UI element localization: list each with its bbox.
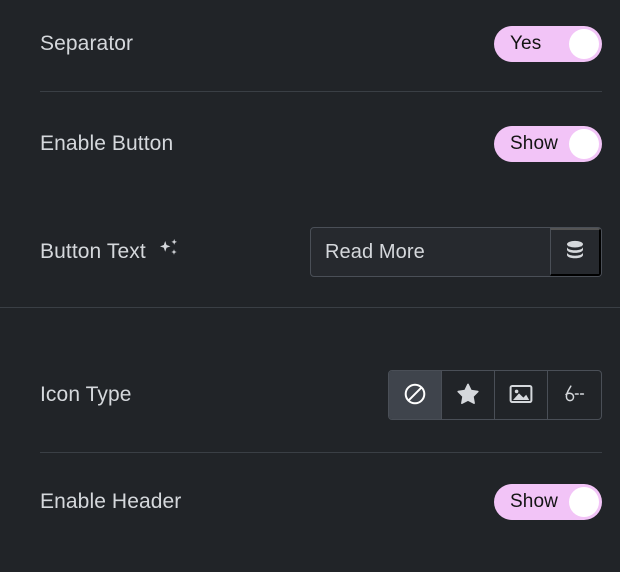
button-text-label-group: Button Text xyxy=(40,236,182,268)
icon-type-label-group: Icon Type xyxy=(40,383,132,407)
enable-button-toggle[interactable]: Show xyxy=(494,126,602,162)
enable-header-toggle-knob xyxy=(569,487,599,517)
button-text-field-wrapper xyxy=(310,227,602,277)
icon-type-option-lottie[interactable] xyxy=(548,371,601,419)
enable-header-toggle-value: Show xyxy=(510,491,558,512)
enable-button-toggle-value: Show xyxy=(510,133,558,154)
image-icon xyxy=(508,382,534,409)
circle-slash-icon xyxy=(402,381,428,410)
settings-panel: Separator Yes Enable Button Show Button … xyxy=(0,0,620,572)
row-button-text: Button Text xyxy=(0,227,620,277)
row-separator: Separator Yes xyxy=(0,26,620,62)
button-text-input[interactable] xyxy=(311,228,550,276)
divider-after-separator xyxy=(40,91,602,92)
icon-type-option-none[interactable] xyxy=(389,371,442,419)
enable-button-label: Enable Button xyxy=(40,132,174,155)
icon-type-choice-group xyxy=(388,370,602,420)
separator-toggle-knob xyxy=(569,29,599,59)
sparkle-icon[interactable] xyxy=(156,236,182,268)
divider-after-icon-type xyxy=(40,452,602,453)
row-icon-type: Icon Type xyxy=(0,370,620,420)
icon-type-label: Icon Type xyxy=(40,383,132,406)
enable-header-toggle[interactable]: Show xyxy=(494,484,602,520)
icon-type-option-icon[interactable] xyxy=(442,371,495,419)
separator-label: Separator xyxy=(40,32,134,55)
enable-button-toggle-knob xyxy=(569,129,599,159)
lottie-animation-icon xyxy=(561,381,589,410)
row-enable-header: Enable Header Show xyxy=(0,484,620,520)
enable-button-label-group: Enable Button xyxy=(40,132,173,156)
separator-toggle[interactable]: Yes xyxy=(494,26,602,62)
enable-header-label-group: Enable Header xyxy=(40,490,181,514)
database-icon xyxy=(564,239,586,266)
button-text-label: Button Text xyxy=(40,240,146,263)
separator-label-group: Separator xyxy=(40,32,133,56)
icon-type-option-image[interactable] xyxy=(495,371,548,419)
separator-toggle-value: Yes xyxy=(510,33,542,54)
star-icon xyxy=(455,381,481,410)
section-divider xyxy=(0,307,620,308)
enable-header-label: Enable Header xyxy=(40,490,182,513)
dynamic-content-button[interactable] xyxy=(550,228,601,276)
row-enable-button: Enable Button Show xyxy=(0,126,620,162)
